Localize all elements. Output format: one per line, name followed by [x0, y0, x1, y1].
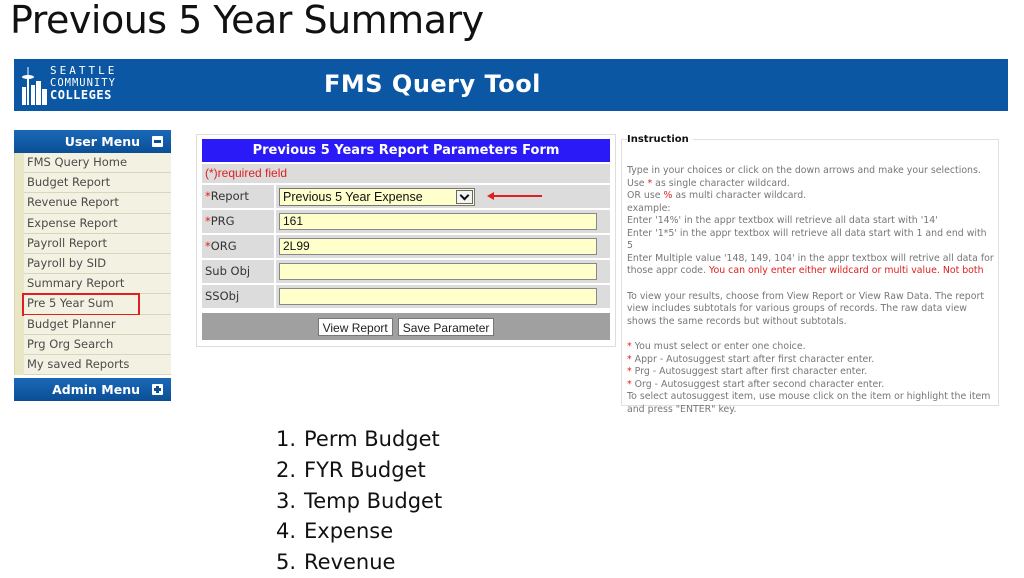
menu-item-budget-report[interactable]: Budget Report	[24, 173, 171, 194]
instruction-warning: You can only enter either wildcard or mu…	[709, 265, 984, 276]
note-mark: *	[627, 378, 632, 390]
sub-obj-input[interactable]	[279, 263, 597, 280]
list-label: FYR Budget	[304, 457, 426, 482]
org-label-text: ORG	[210, 239, 237, 253]
list-label: Expense	[304, 519, 394, 544]
form-actions: View Report Save Parameter	[202, 313, 610, 340]
instruction-paragraph: To view your results, choose from View R…	[627, 290, 985, 327]
expand-plus-icon[interactable]	[152, 384, 163, 396]
list-item: 1. Perm Budget	[276, 424, 442, 455]
list-label: Perm Budget	[304, 427, 440, 451]
menu-item-revenue-report[interactable]: Revenue Report	[24, 193, 171, 214]
logo-line: SEATTLE	[50, 64, 118, 77]
instruction-note: * Prg - Autosuggest start after first ch…	[627, 366, 994, 379]
collapse-minus-icon[interactable]	[152, 136, 163, 147]
required-field-note: (*)required field	[202, 164, 610, 183]
menu-item-payroll-by-sid[interactable]: Payroll by SID	[24, 253, 171, 275]
annotation-arrow-icon	[487, 192, 542, 200]
org-input[interactable]: 2L99	[279, 238, 597, 255]
instruction-line: Enter '1*5' in the appr textbox will ret…	[627, 227, 987, 252]
report-row: *Report Previous 5 Year Expense	[202, 185, 610, 208]
instruction-text: as multi character wildcard.	[672, 190, 807, 201]
ssobj-input[interactable]	[279, 288, 597, 305]
menu-item-payroll-report[interactable]: Payroll Report	[24, 233, 171, 254]
instruction-panel: Instruction Type in your choices or clic…	[621, 134, 999, 415]
parameters-form: Previous 5 Years Report Parameters Form …	[196, 134, 616, 347]
list-number: 5.	[276, 550, 297, 575]
instruction-line: Enter Multiple value '148, 149, 104' in …	[627, 253, 994, 278]
ssobj-row: SSObj	[202, 285, 610, 308]
admin-menu-header[interactable]: Admin Menu	[14, 378, 171, 402]
sidebar-menu: User Menu FMS Query Home Budget Report R…	[14, 130, 171, 402]
list-number: 3.	[276, 488, 297, 513]
menu-item-pre-5-year-sum[interactable]: Pre 5 Year Sum	[22, 293, 171, 317]
instruction-line: Enter '14%' in the appr textbox will ret…	[627, 215, 938, 226]
note-text: Prg - Autosuggest start after first char…	[634, 366, 868, 377]
list-number: 2.	[276, 457, 297, 482]
prg-label: *PRG	[202, 210, 274, 233]
prg-input[interactable]: 161	[279, 213, 597, 230]
report-select-value: Previous 5 Year Expense	[283, 190, 423, 204]
list-item: 2. FYR Budget	[276, 455, 442, 486]
instruction-note: * Org - Autosuggest start after second c…	[627, 379, 994, 392]
app-title: FMS Query Tool	[324, 70, 541, 98]
menu-item-prg-org-search[interactable]: Prg Org Search	[24, 334, 171, 355]
view-report-button[interactable]: View Report	[317, 317, 393, 336]
list-label: Temp Budget	[304, 488, 443, 513]
instruction-line: example:	[627, 202, 671, 214]
note-text: Org - Autosuggest start after second cha…	[634, 378, 885, 390]
org-label: *ORG	[202, 235, 274, 258]
menu-item-summary-report[interactable]: Summary Report	[24, 274, 171, 295]
slide-title: Previous 5 Year Summary	[10, 0, 484, 42]
instruction-line: Type in your choices or click on the dow…	[627, 165, 981, 176]
instruction-text: Use	[627, 177, 648, 189]
list-item: 4. Expense	[276, 516, 442, 547]
note-mark: *	[627, 353, 632, 365]
list-item: 5. Revenue	[276, 547, 442, 578]
instruction-text: OR use	[627, 190, 664, 201]
menu-item-fms-query-home[interactable]: FMS Query Home	[24, 153, 171, 174]
list-number: 1.	[276, 427, 297, 451]
org-row: *ORG 2L99	[202, 235, 610, 258]
skyline-icon	[22, 67, 47, 105]
instruction-text: as single character wildcard.	[652, 177, 790, 189]
sub-obj-row: Sub Obj	[202, 260, 610, 283]
instruction-footer: To select autosuggest item, use mouse cl…	[627, 391, 991, 415]
instruction-line: OR use % as multi character wildcard.	[627, 190, 994, 203]
report-label-text: Report	[210, 189, 249, 203]
report-types-list: 1. Perm Budget 2. FYR Budget 3. Temp Budget…	[276, 424, 442, 578]
user-menu-items: FMS Query Home Budget Report Revenue Rep…	[14, 153, 171, 376]
form-title: Previous 5 Years Report Parameters Form	[202, 139, 610, 162]
user-menu-title: User Menu	[64, 134, 140, 149]
menu-item-expense-report[interactable]: Expense Report	[24, 213, 171, 234]
chevron-down-icon	[459, 190, 470, 201]
instruction-line: Use * as single character wildcard.	[627, 178, 994, 191]
ssobj-label: SSObj	[202, 285, 274, 308]
report-label: *Report	[202, 185, 274, 208]
list-item: 3. Temp Budget	[276, 486, 442, 517]
list-label: Revenue	[304, 550, 396, 575]
admin-menu-title: Admin Menu	[52, 382, 140, 398]
logo-line: COLLEGES	[50, 88, 112, 102]
instruction-title: Instruction	[627, 134, 693, 147]
note-text: You must select or enter one choice.	[634, 341, 806, 352]
prg-row: *PRG 161	[202, 210, 610, 233]
menu-item-my-saved-reports[interactable]: My saved Reports	[24, 354, 171, 376]
note-text: Appr - Autosuggest start after first cha…	[634, 353, 875, 365]
prg-label-text: PRG	[210, 214, 235, 228]
seattle-colleges-logo: SEATTLE COMMUNITY COLLEGES	[20, 63, 115, 107]
menu-item-budget-planner[interactable]: Budget Planner	[24, 314, 171, 335]
dropdown-button[interactable]	[456, 190, 473, 204]
instruction-note: * Appr - Autosuggest start after first c…	[627, 354, 994, 367]
note-mark: *	[627, 341, 632, 352]
sub-obj-label: Sub Obj	[202, 260, 274, 283]
instruction-note: * You must select or enter one choice.	[627, 341, 994, 354]
list-number: 4.	[276, 519, 297, 544]
app-banner: SEATTLE COMMUNITY COLLEGES FMS Query Too…	[14, 59, 1008, 111]
note-mark: *	[627, 366, 632, 377]
report-select[interactable]: Previous 5 Year Expense	[279, 188, 475, 206]
user-menu-header[interactable]: User Menu	[14, 130, 171, 153]
save-parameter-button[interactable]: Save Parameter	[397, 317, 495, 336]
